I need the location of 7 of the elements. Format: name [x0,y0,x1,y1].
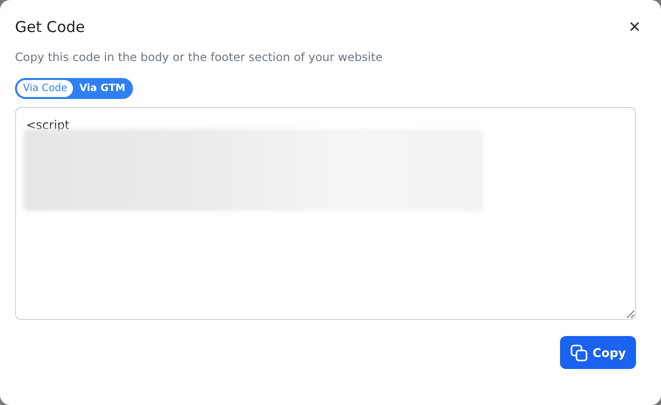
dialog-title: Get Code [15,18,85,36]
copy-button[interactable]: Copy [560,336,636,369]
dialog-description: Copy this code in the body or the footer section of your website [15,50,384,64]
close-button[interactable]: ✕ [622,18,641,36]
toggle-tab[interactable]: Via Code [17,80,74,97]
copy-icon [570,344,588,362]
toggle-tab[interactable]: Via GTM [73,80,132,97]
